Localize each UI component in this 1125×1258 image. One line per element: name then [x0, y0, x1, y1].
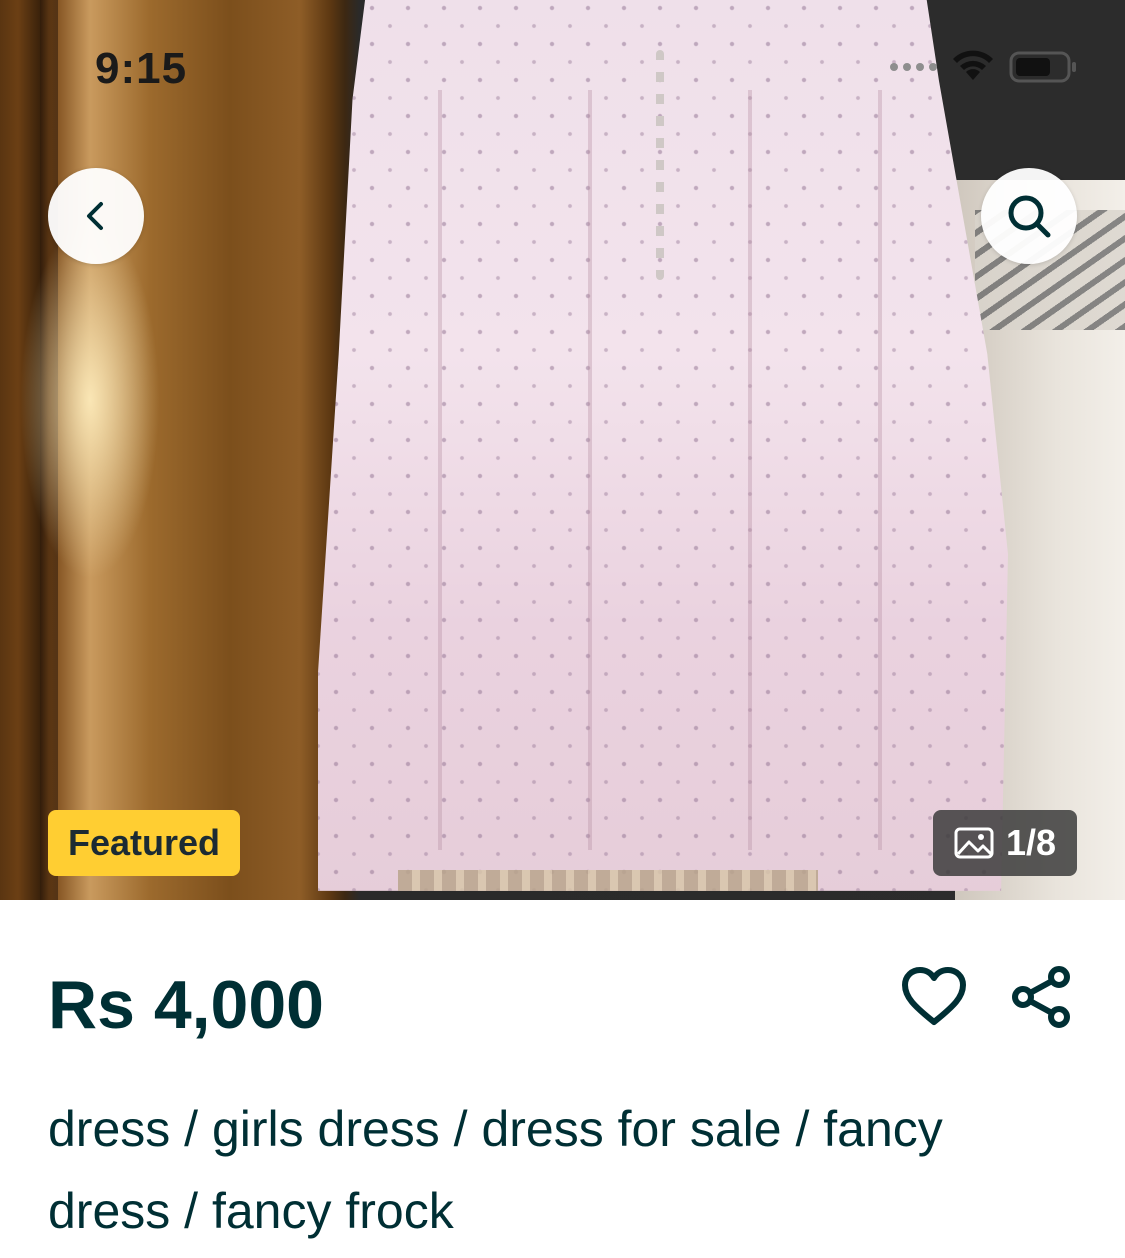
dress-lace — [398, 870, 818, 891]
featured-badge: Featured — [48, 810, 241, 876]
dress-fold — [588, 90, 592, 850]
back-button[interactable] — [48, 168, 144, 264]
heart-icon — [902, 967, 966, 1025]
share-button[interactable] — [1006, 962, 1078, 1032]
wifi-icon — [951, 50, 995, 84]
photo-counter[interactable]: 1/8 — [933, 810, 1077, 876]
listing-price: Rs 4,000 — [48, 967, 324, 1043]
status-time: 9:15 — [95, 44, 188, 93]
dress-fold — [878, 90, 882, 850]
search-icon — [1008, 195, 1051, 238]
favorite-button[interactable] — [896, 962, 972, 1032]
search-button[interactable] — [981, 168, 1077, 264]
listing-photo[interactable] — [0, 0, 1125, 900]
listing-title: dress / girls dress / dress for sale / f… — [48, 1101, 943, 1239]
dress-buttons — [656, 50, 664, 280]
dress-fold — [748, 90, 752, 850]
share-icon — [1012, 966, 1070, 1028]
chevron-left-icon — [87, 202, 103, 230]
battery-icon — [1009, 50, 1079, 84]
signal-icon — [890, 63, 937, 71]
dress-image — [318, 0, 1008, 891]
photo-background-detail — [20, 220, 160, 580]
image-icon — [954, 827, 994, 859]
status-icons — [890, 50, 1079, 84]
dress-fold — [438, 90, 442, 850]
photo-counter-label: 1/8 — [1005, 822, 1057, 863]
